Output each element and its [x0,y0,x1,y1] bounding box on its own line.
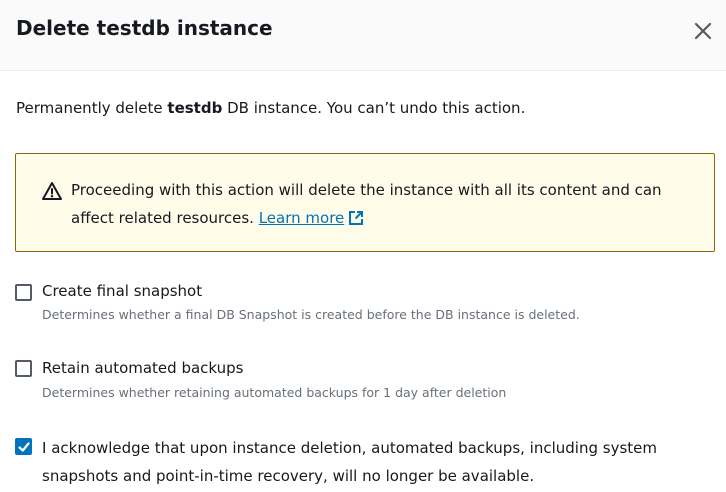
checkmark-icon [17,441,30,452]
close-button[interactable] [690,18,716,44]
intro-suffix: DB instance. You can’t undo this action. [222,99,526,117]
learn-more-link[interactable]: Learn more [259,209,365,227]
warning-icon [42,182,62,200]
acknowledge-checkbox[interactable] [15,438,32,455]
intro-prefix: Permanently delete [16,99,168,117]
retain-backups-checkbox[interactable] [15,360,32,377]
delete-description: Permanently delete testdb DB instance. Y… [16,97,525,119]
final-snapshot-description: Determines whether a final DB Snapshot i… [42,307,580,322]
warning-text: Proceeding with this action will delete … [71,176,691,232]
warning-message: Proceeding with this action will delete … [71,181,662,227]
retain-backups-description: Determines whether retaining automated b… [42,385,507,400]
instance-name: testdb [167,99,223,117]
warning-alert: Proceeding with this action will delete … [15,153,715,252]
retain-backups-label: Retain automated backups [42,359,244,377]
acknowledge-label: I acknowledge that upon instance deletio… [42,439,657,485]
modal-header: Delete testdb instance [0,0,726,71]
final-snapshot-label: Create final snapshot [42,282,203,300]
final-snapshot-checkbox[interactable] [15,284,32,301]
learn-more-label: Learn more [258,209,345,227]
external-link-icon [349,211,364,225]
modal-title: Delete testdb instance [16,16,273,40]
close-icon [694,22,712,40]
